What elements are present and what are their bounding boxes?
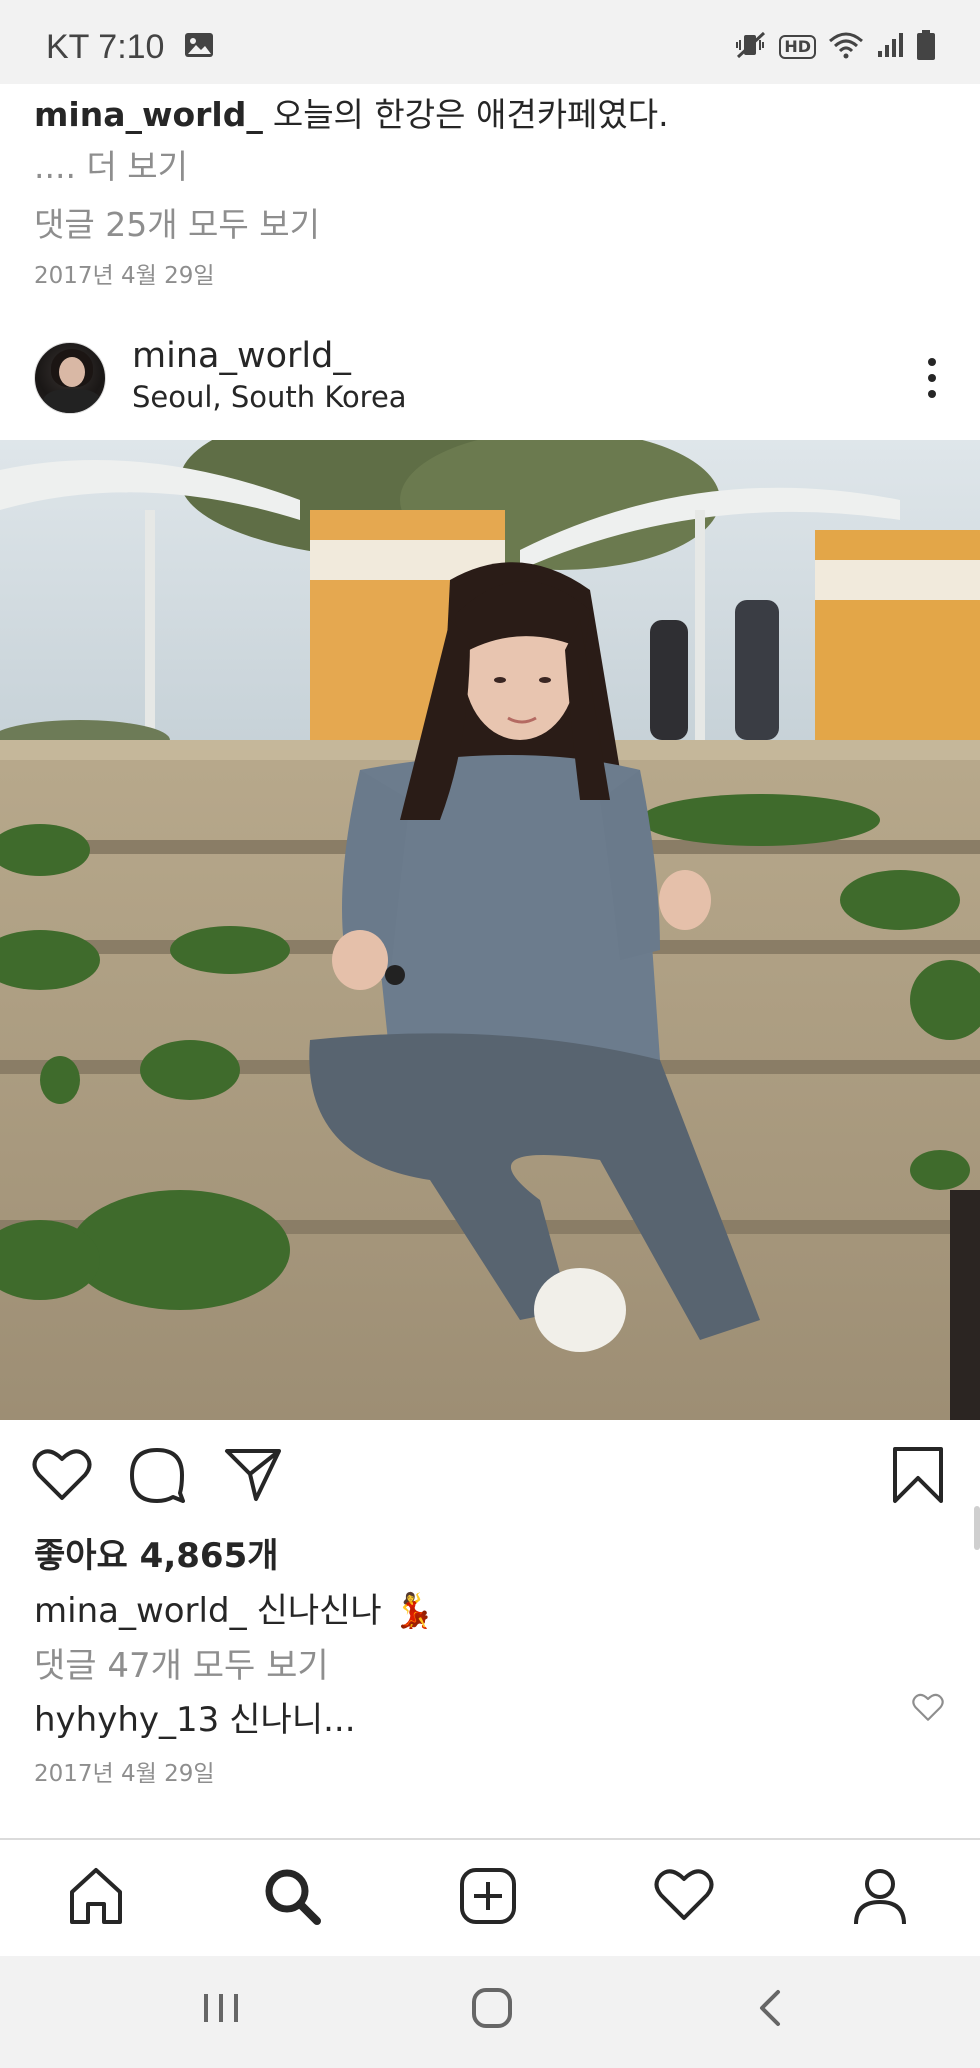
caption-username[interactable]: mina_world_ bbox=[34, 1591, 247, 1631]
scrollbar[interactable] bbox=[974, 1506, 980, 1550]
caption-text: 오늘의 한강은 애견카페였다. bbox=[272, 95, 669, 134]
wifi-icon bbox=[828, 31, 864, 63]
more-link[interactable]: .... 더 보기 bbox=[34, 140, 188, 188]
post-username[interactable]: mina_world_ bbox=[132, 336, 351, 376]
caption-username[interactable]: mina_world_ bbox=[34, 95, 263, 134]
back-icon[interactable] bbox=[750, 1986, 790, 2034]
home-icon[interactable] bbox=[66, 1866, 130, 1930]
hd-icon: HD bbox=[779, 35, 816, 59]
add-post-icon[interactable] bbox=[458, 1866, 522, 1930]
post-actions bbox=[0, 1440, 980, 1510]
heart-icon[interactable] bbox=[32, 1446, 92, 1506]
status-icons: HD bbox=[735, 30, 936, 64]
system-navigation-bar bbox=[0, 1956, 980, 2068]
recent-apps-icon[interactable] bbox=[200, 1986, 242, 2034]
avatar[interactable] bbox=[34, 342, 106, 414]
comment-icon[interactable] bbox=[128, 1446, 186, 1508]
post-caption: mina_world_ 신나신나 💃 bbox=[34, 1583, 435, 1632]
post-date: 2017년 4월 29일 bbox=[34, 263, 215, 289]
comment-text: 신나니... bbox=[229, 1700, 356, 1740]
home-button-icon[interactable] bbox=[470, 1986, 514, 2034]
post-photo[interactable] bbox=[0, 440, 980, 1420]
status-bar: KT 7:10 HD bbox=[0, 0, 980, 84]
signal-icon bbox=[876, 31, 904, 63]
profile-icon[interactable] bbox=[850, 1866, 914, 1930]
view-comments-link[interactable]: 댓글 25개 모두 보기 bbox=[34, 198, 320, 246]
battery-icon bbox=[916, 30, 936, 64]
carrier-time: KT 7:10 bbox=[46, 28, 165, 66]
search-icon[interactable] bbox=[262, 1866, 326, 1930]
bookmark-icon[interactable] bbox=[892, 1446, 944, 1508]
view-comments-link[interactable]: 댓글 47개 모두 보기 bbox=[34, 1638, 329, 1687]
activity-heart-icon[interactable] bbox=[654, 1866, 718, 1930]
share-icon[interactable] bbox=[224, 1446, 282, 1506]
mute-vibrate-icon bbox=[735, 31, 767, 63]
gallery-icon bbox=[184, 32, 214, 62]
post-location[interactable]: Seoul, South Korea bbox=[132, 380, 407, 414]
post-header: mina_world_ Seoul, South Korea bbox=[0, 334, 980, 434]
likes-count[interactable]: 좋아요 4,865개 bbox=[34, 1528, 279, 1577]
comment: hyhyhy_13 신나니... bbox=[34, 1692, 356, 1741]
comment-like-heart-icon[interactable] bbox=[912, 1692, 944, 1726]
instagram-feed-screen: KT 7:10 HD mina_world_ 오늘의 한강은 애견카페였다. ..… bbox=[0, 0, 980, 2068]
comment-username[interactable]: hyhyhy_13 bbox=[34, 1700, 219, 1740]
more-options-icon[interactable] bbox=[926, 358, 938, 402]
post-date: 2017년 4월 29일 bbox=[34, 1761, 215, 1787]
bottom-nav bbox=[0, 1838, 980, 1956]
previous-post-caption: mina_world_ 오늘의 한강은 애견카페였다. bbox=[34, 92, 669, 138]
caption-text: 신나신나 💃 bbox=[256, 1591, 435, 1631]
